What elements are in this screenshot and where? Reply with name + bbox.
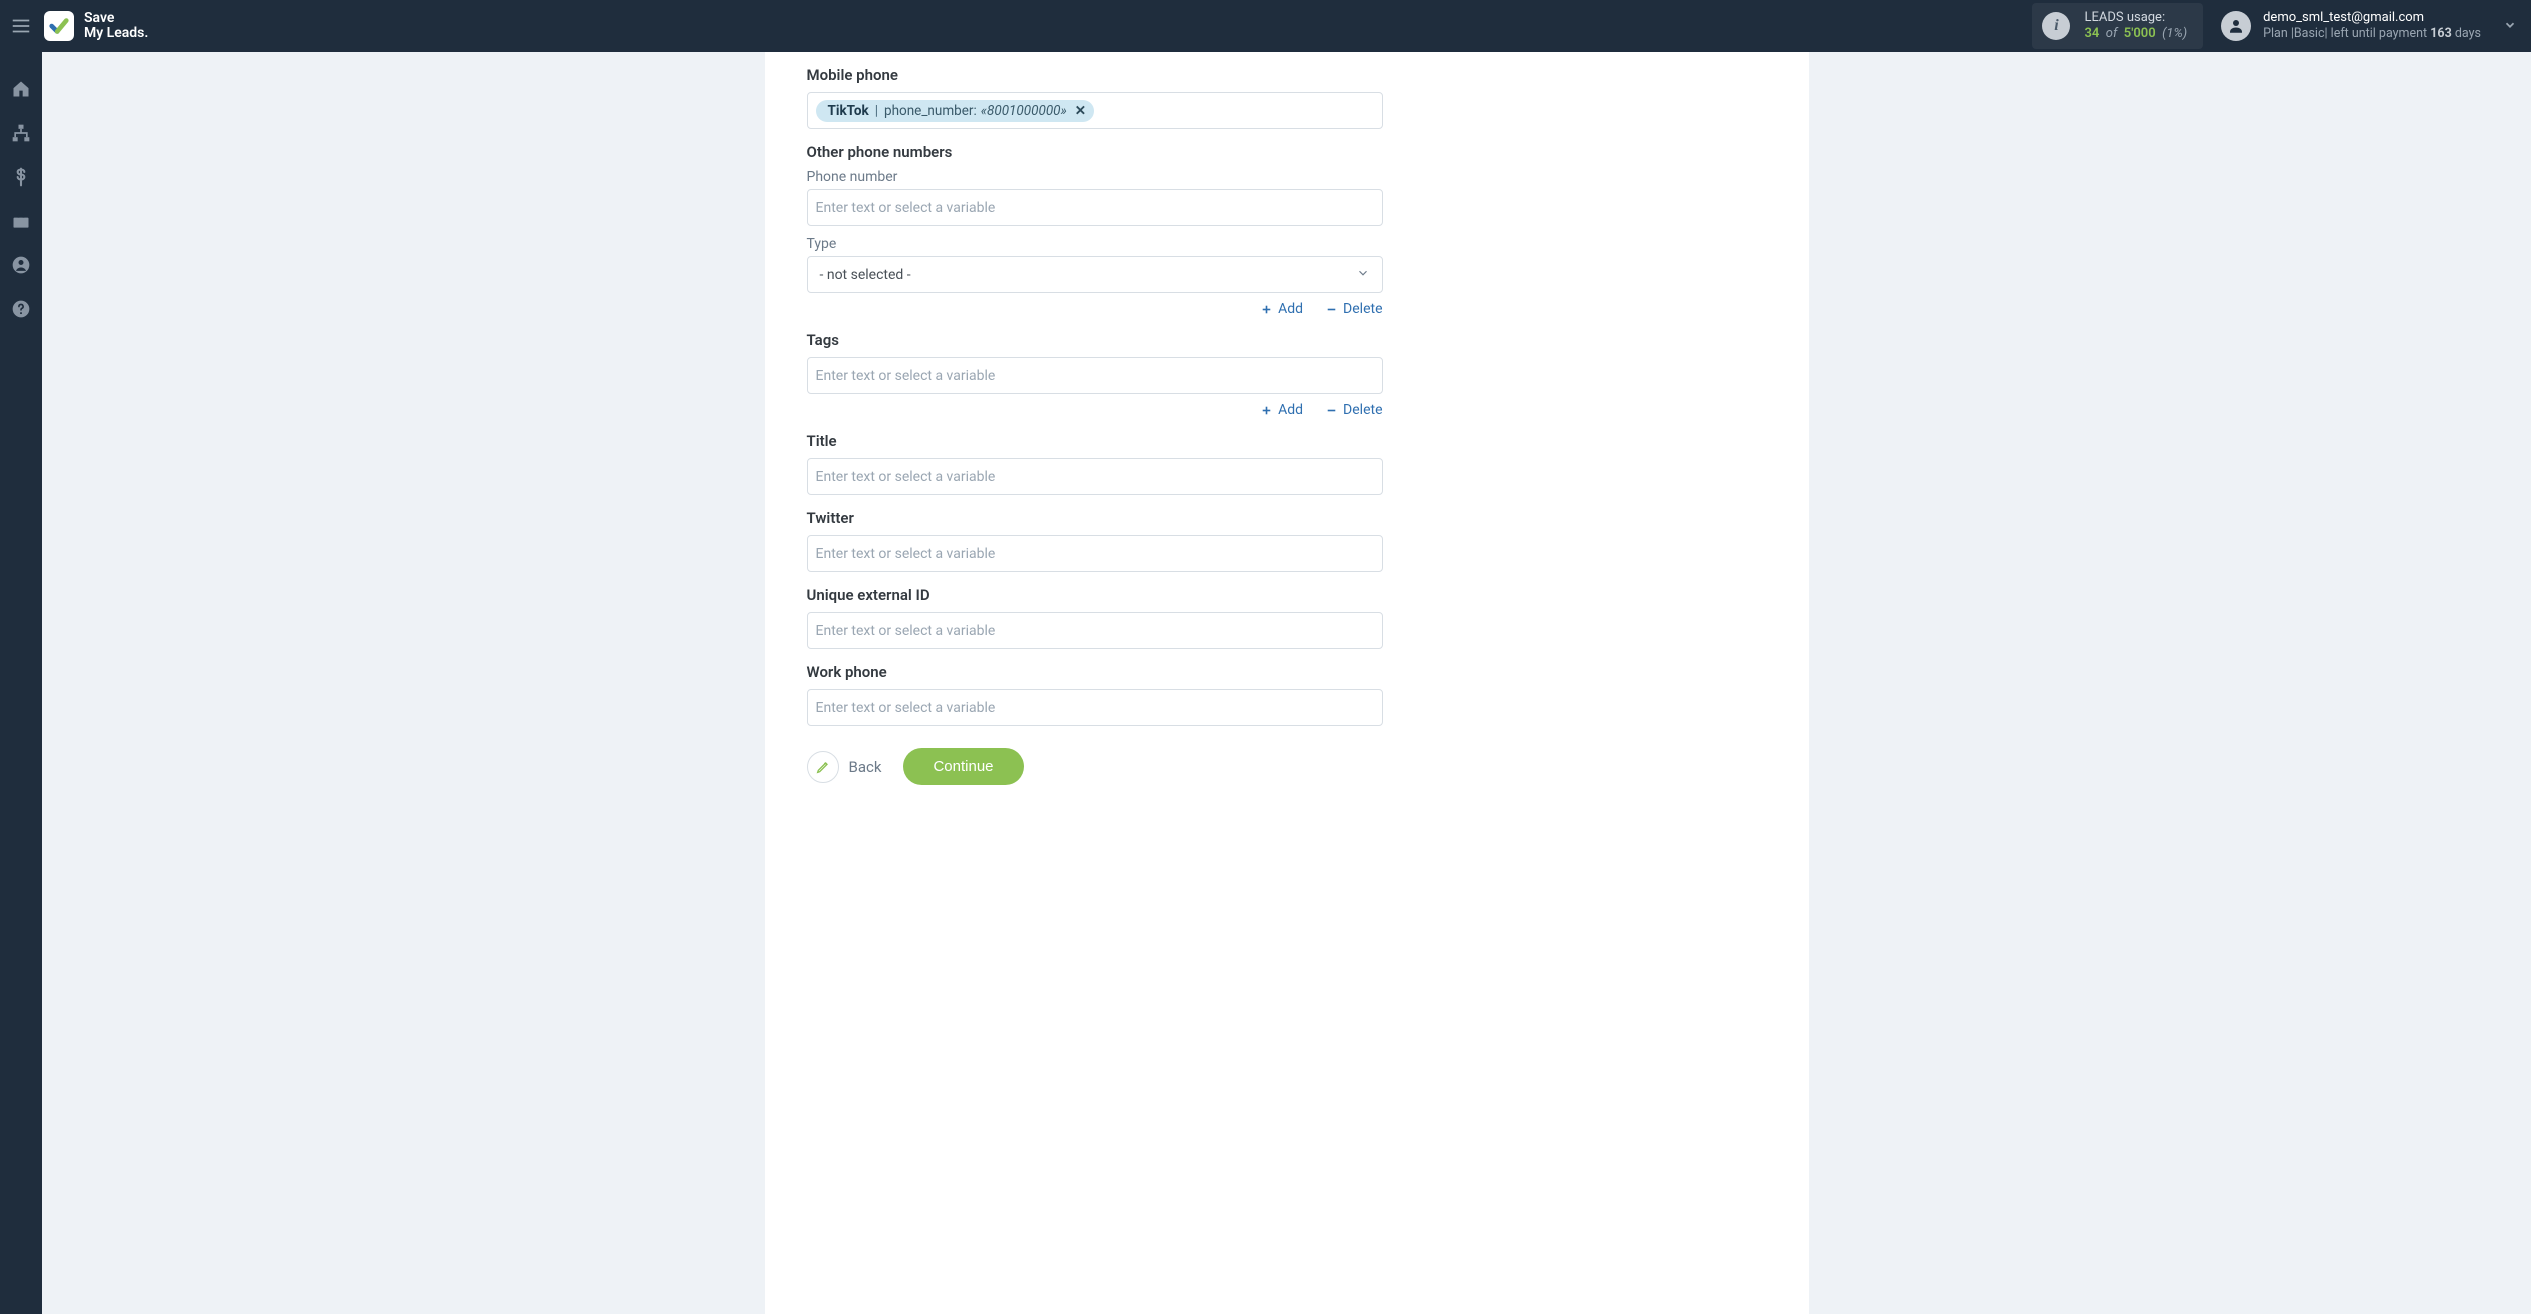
briefcase-icon [11,211,31,231]
plus-icon [1260,404,1273,417]
dollar-icon [11,167,31,187]
user-icon [2227,17,2245,35]
input-twitter[interactable]: Enter text or select a variable [807,535,1383,572]
select-type[interactable]: - not selected - [807,256,1383,293]
label-phone-number: Phone number [807,169,1383,185]
account-text: demo_sml_test@gmail.com Plan |Basic| lef… [2263,10,2481,42]
chevron-down-icon [2503,17,2517,36]
input-title[interactable]: Enter text or select a variable [807,458,1383,495]
token-tiktok-phone[interactable]: TikTok | phone_number: «8001000000» ✕ [816,100,1095,122]
avatar [2221,11,2251,41]
minus-icon [1325,303,1338,316]
input-tags[interactable]: Enter text or select a variable [807,357,1383,394]
label-title: Title [807,432,1383,450]
info-icon: i [2042,12,2070,40]
input-unique-id[interactable]: Enter text or select a variable [807,612,1383,649]
pencil-icon [807,751,839,783]
plus-icon [1260,303,1273,316]
continue-button[interactable]: Continue [903,748,1023,785]
label-type: Type [807,236,1383,252]
logo[interactable]: Save My Leads. [44,11,148,42]
account-menu[interactable]: demo_sml_test@gmail.com Plan |Basic| lef… [2221,10,2517,42]
check-icon [48,15,70,37]
nav-billing[interactable] [10,166,32,188]
delete-tag-button[interactable]: Delete [1325,402,1382,418]
label-work-phone: Work phone [807,663,1383,681]
usage-box[interactable]: i LEADS usage: 34 of 5'000 (1%) [2032,3,2203,50]
nav-connections[interactable] [10,122,32,144]
input-work-phone[interactable]: Enter text or select a variable [807,689,1383,726]
home-icon [11,79,31,99]
logo-mark [44,11,74,41]
canvas: Mobile phone TikTok | phone_number: «800… [42,52,2531,1314]
usage-text: LEADS usage: 34 of 5'000 (1%) [2084,10,2187,43]
input-mobile-phone[interactable]: TikTok | phone_number: «8001000000» ✕ [807,92,1383,129]
nav-help[interactable] [10,298,32,320]
form-card: Mobile phone TikTok | phone_number: «800… [765,52,1809,1314]
nav-account[interactable] [10,254,32,276]
hamburger-icon [10,15,32,37]
menu-toggle[interactable] [0,0,42,52]
add-phone-button[interactable]: Add [1260,301,1303,317]
label-mobile-phone: Mobile phone [807,66,1383,84]
nav-briefcase[interactable] [10,210,32,232]
label-unique-id: Unique external ID [807,586,1383,604]
label-twitter: Twitter [807,509,1383,527]
topbar: Save My Leads. i LEADS usage: 34 of 5'00… [0,0,2531,52]
label-tags: Tags [807,331,1383,349]
token-remove-icon[interactable]: ✕ [1075,103,1086,119]
minus-icon [1325,404,1338,417]
chevron-down-icon [1356,266,1370,284]
user-circle-icon [11,255,31,275]
delete-phone-button[interactable]: Delete [1325,301,1382,317]
logo-text: Save My Leads. [84,11,148,42]
back-button[interactable]: Back [807,751,882,783]
help-icon [11,299,31,319]
sitemap-icon [11,123,31,143]
nav-home[interactable] [10,78,32,100]
left-nav [0,52,42,1314]
label-other-phone: Other phone numbers [807,143,1383,161]
add-tag-button[interactable]: Add [1260,402,1303,418]
input-phone-number[interactable]: Enter text or select a variable [807,189,1383,226]
